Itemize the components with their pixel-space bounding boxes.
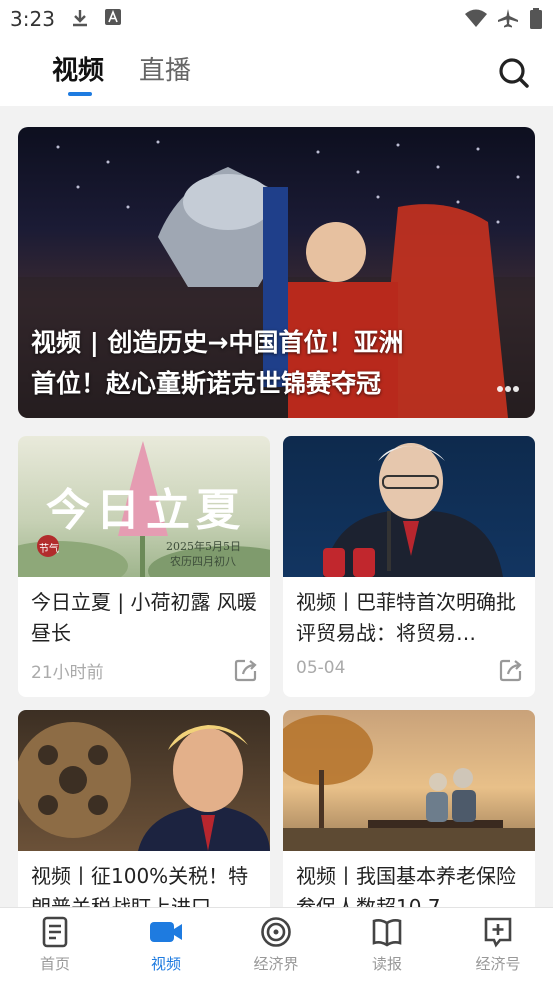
share-icon[interactable] <box>499 658 523 682</box>
book-icon <box>372 919 402 947</box>
video-thumbnail: 今日立夏 2025年5月5日 农历四月初八 节气 <box>18 436 270 577</box>
tab-video[interactable]: 视频 <box>52 50 104 87</box>
top-tab-bar: 视频 直播 <box>0 36 553 106</box>
video-time: 21小时前 <box>31 663 104 683</box>
airplane-icon <box>498 9 518 28</box>
nav-home[interactable]: 首页 <box>15 916 95 974</box>
tab-live[interactable]: 直播 <box>139 50 191 87</box>
film-reel-illustration <box>18 722 270 851</box>
nav-read-paper-label: 读报 <box>371 955 402 973</box>
nav-home-label: 首页 <box>39 955 70 973</box>
active-tab-indicator <box>68 92 92 96</box>
video-card[interactable]: 视频丨征100%关税！特朗普关税战盯上进口… <box>18 710 270 940</box>
search-icon[interactable] <box>497 56 531 90</box>
thumbnail-lunar-date: 农历四月初八 <box>170 555 236 568</box>
nav-economy-world[interactable]: 经济界 <box>236 916 316 974</box>
wifi-icon <box>465 9 487 27</box>
share-icon[interactable] <box>234 658 258 682</box>
document-icon <box>42 916 68 948</box>
video-thumbnail <box>283 710 535 851</box>
elderly-couple-illustration <box>283 715 535 851</box>
nav-economy-account[interactable]: 经济号 <box>458 916 538 974</box>
nav-video-label: 视频 <box>150 955 181 973</box>
thumbnail-seal: 节气 <box>39 544 59 555</box>
thumbnail-heading: 今日立夏 <box>46 485 246 536</box>
featured-title-line-1: 视频 | 创造历史→中国首位！亚洲 <box>31 328 404 357</box>
battery-icon <box>530 8 542 29</box>
featured-title-line-2: 首位！赵心童斯诺克世锦赛夺冠 <box>31 369 382 398</box>
more-options-icon[interactable] <box>495 377 519 396</box>
nav-economy-account-label: 经济号 <box>475 955 521 973</box>
featured-video-card[interactable]: 视频 | 创造历史→中国首位！亚洲 首位！赵心童斯诺克世锦赛夺冠 <box>18 127 535 418</box>
video-time: 05-04 <box>296 658 346 678</box>
nav-economy-world-label: 经济界 <box>253 955 299 973</box>
status-bar: 3:23 <box>0 0 553 36</box>
video-card[interactable]: 今日立夏 2025年5月5日 农历四月初八 节气 今日立夏 | 小荷初露 风暖昼… <box>18 436 270 697</box>
download-icon <box>73 10 87 27</box>
video-card[interactable]: 视频丨巴菲特首次明确批评贸易战：将贸易… 05-04 <box>283 436 535 697</box>
video-title: 今日立夏 | 小荷初露 风暖昼长 <box>31 590 257 645</box>
status-time: 3:23 <box>10 7 55 31</box>
nav-video[interactable]: 视频 <box>126 916 206 974</box>
featured-video-title: 视频 | 创造历史→中国首位！亚洲 首位！赵心童斯诺克世锦赛夺冠 <box>31 322 461 404</box>
nav-read-paper[interactable]: 读报 <box>347 916 427 974</box>
video-thumbnail <box>18 710 270 851</box>
font-app-icon <box>105 9 121 25</box>
video-title: 视频丨巴菲特首次明确批评贸易战：将贸易… <box>296 590 516 645</box>
speaker-illustration <box>323 443 503 577</box>
video-camera-icon <box>150 922 182 942</box>
add-box-icon <box>484 917 512 948</box>
video-card[interactable]: 视频丨我国基本养老保险参保人数超10.7… <box>283 710 535 940</box>
target-icon <box>261 917 291 947</box>
bottom-navigation: 首页 视频 经济界 读报 经济号 <box>0 907 553 984</box>
thumbnail-date: 2025年5月5日 <box>166 540 241 553</box>
video-thumbnail <box>283 436 535 577</box>
